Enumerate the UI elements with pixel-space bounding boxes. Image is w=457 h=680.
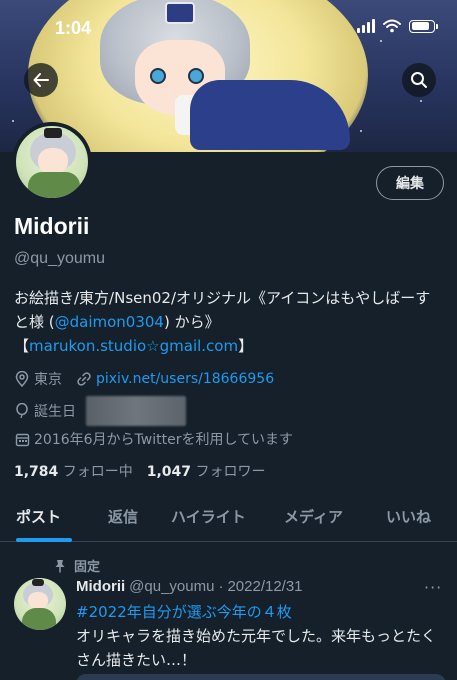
profile-meta-birthday: 誕生日 xyxy=(14,396,186,426)
avatar-ribbon xyxy=(32,579,44,586)
bio-email-link[interactable]: marukon.studio☆gmail.com xyxy=(29,337,238,355)
tweet-author-handle[interactable]: @qu_youmu xyxy=(129,578,214,595)
status-time: 1:04 xyxy=(55,18,92,38)
wifi-icon xyxy=(383,19,401,33)
tweet-text: オリキャラを描き始めた元年でした。来年もっとたくさん描きたい…！ xyxy=(76,627,437,669)
bio-bracket-open: 【 xyxy=(14,337,30,355)
following-link[interactable]: 1,784 フォロー中 xyxy=(14,461,133,481)
search-icon xyxy=(411,72,427,88)
more-options-icon[interactable]: ··· xyxy=(424,578,442,597)
status-icons xyxy=(357,19,438,33)
pinned-indicator: 固定 xyxy=(54,556,100,575)
tab-replies[interactable]: 返信 xyxy=(108,506,138,527)
tab-media[interactable]: メディア xyxy=(284,506,343,527)
location-pin-icon xyxy=(14,371,30,387)
battery-icon xyxy=(409,19,438,33)
following-label: フォロー中 xyxy=(62,464,133,480)
birthday-redacted xyxy=(86,396,186,426)
link-icon xyxy=(76,371,92,387)
profile-avatar[interactable] xyxy=(12,122,92,202)
tab-likes[interactable]: いいね xyxy=(386,506,431,527)
profile-meta-location-website: 東京 pixiv.net/users/18666956 xyxy=(14,369,274,389)
tweet-body: #2022年自分が選ぶ今年の４枚 オリキャラを描き始めた元年でした。来年もっとた… xyxy=(76,600,446,672)
joined-date: 2016年6月からTwitterを利用しています xyxy=(34,432,294,448)
pinned-label: 固定 xyxy=(74,560,101,575)
tweet-separator: · xyxy=(218,578,224,595)
profile-location: 東京 xyxy=(34,372,62,388)
battery-level xyxy=(411,22,430,30)
active-tab-indicator xyxy=(16,538,72,542)
pin-icon xyxy=(55,559,65,572)
search-button[interactable] xyxy=(402,63,436,97)
avatar-face xyxy=(28,592,48,609)
balloon-icon xyxy=(14,403,30,419)
tab-highlights[interactable]: ハイライト xyxy=(171,506,246,527)
bio-text-suffix: ) から》 xyxy=(163,313,220,331)
tweet-hashtag[interactable]: #2022年自分が選ぶ今年の４枚 xyxy=(76,603,292,621)
avatar-face xyxy=(38,148,68,174)
tab-posts[interactable]: ポスト xyxy=(16,506,61,527)
tweet-date[interactable]: 2022/12/31 xyxy=(227,578,302,595)
bio-bracket-close: 】 xyxy=(238,337,254,355)
calendar-icon xyxy=(14,431,30,447)
banner-character-eye xyxy=(150,68,166,84)
tweet-header: Midorii @qu_youmu · 2022/12/31 xyxy=(76,578,303,595)
back-button[interactable] xyxy=(24,63,58,97)
following-count: 1,784 xyxy=(14,464,59,480)
followers-link[interactable]: 1,047 フォロワー xyxy=(147,461,266,481)
edit-profile-button[interactable]: 編集 xyxy=(376,166,444,200)
profile-tabs: ポスト 返信 ハイライト メディア いいね xyxy=(0,492,457,542)
profile-website-link[interactable]: pixiv.net/users/18666956 xyxy=(96,371,274,387)
followers-label: フォロワー xyxy=(195,464,266,480)
tweet-author-name[interactable]: Midorii xyxy=(76,578,125,595)
profile-bio: お絵描き/東方/Nsen02/オリジナル《アイコンはもやしばーすと様 (@dai… xyxy=(14,286,444,358)
avatar-body xyxy=(22,608,56,630)
followers-count: 1,047 xyxy=(146,464,192,480)
follow-stats: 1,784 フォロー中 1,047 フォロワー xyxy=(14,461,266,481)
avatar-ribbon xyxy=(44,128,62,138)
bio-mention-link[interactable]: @daimon0304 xyxy=(55,313,164,331)
tweet-media[interactable] xyxy=(76,674,446,680)
birthday-label: 誕生日 xyxy=(34,404,76,420)
arrow-left-icon xyxy=(33,73,49,87)
avatar-body xyxy=(28,172,80,198)
profile-handle: @qu_youmu xyxy=(14,250,105,267)
banner-character-eye xyxy=(188,68,204,84)
tweet-author-avatar[interactable] xyxy=(14,578,66,630)
cellular-signal-icon xyxy=(357,19,375,33)
display-name: Midorii xyxy=(14,213,90,239)
banner-character-ribbon xyxy=(165,2,195,24)
profile-meta-joined: 2016年6月からTwitterを利用しています xyxy=(14,429,293,449)
